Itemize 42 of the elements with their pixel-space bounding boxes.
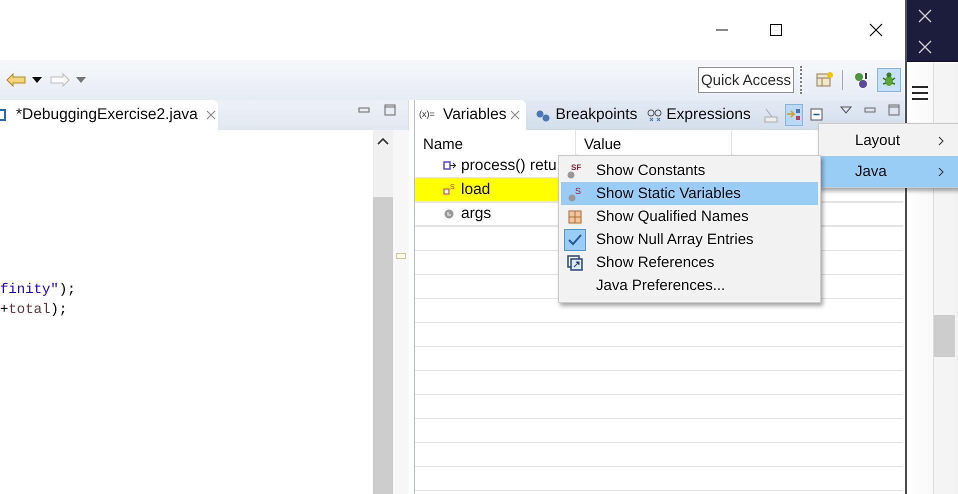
view-tab[interactable]: Breakpoints xyxy=(532,100,644,130)
local-variable-icon xyxy=(443,207,456,220)
menu-item[interactable]: Show References xyxy=(561,251,818,274)
java-debug-icon xyxy=(852,71,870,89)
variables-icon: (x)= xyxy=(419,108,439,122)
chevron-right-icon xyxy=(938,136,945,146)
references-icon xyxy=(566,254,584,272)
menu-item[interactable]: Java xyxy=(819,156,958,187)
close-icon[interactable] xyxy=(869,23,883,37)
collapse-all-icon xyxy=(808,107,825,123)
overview-marker-icon xyxy=(396,253,406,259)
maximize-icon[interactable] xyxy=(769,23,783,37)
back-arrow-icon[interactable] xyxy=(6,73,26,87)
breakpoints-icon xyxy=(536,108,552,122)
submenu-menu[interactable]: SF Show Constants S Show Static Variables Show Qualified Names Show Null Array Entries Show References Java Preferences... xyxy=(558,155,821,303)
layout-icon xyxy=(786,107,802,123)
scrollbar[interactable] xyxy=(373,130,393,494)
menu-item[interactable]: S Show Static Variables xyxy=(561,182,818,205)
scroll-up-icon[interactable] xyxy=(377,137,389,145)
menu-item[interactable]: Layout xyxy=(819,125,958,156)
editor-tab[interactable]: *DebuggingExercise2.java xyxy=(0,100,218,130)
dropdown-caret-icon[interactable] xyxy=(32,77,42,83)
menu-icon[interactable] xyxy=(911,85,929,101)
perspective-button[interactable] xyxy=(877,68,901,92)
table-icon xyxy=(815,71,833,89)
grid-icon xyxy=(566,208,584,226)
expressions-icon xyxy=(647,108,662,122)
view-tab[interactable]: (x)= Variables xyxy=(415,100,526,130)
code-line: finity"); xyxy=(0,281,76,300)
code-line: +total); xyxy=(0,301,68,320)
toolbar-button[interactable] xyxy=(784,104,803,126)
context-menu[interactable]: Layout Java xyxy=(818,123,958,188)
chevron-right-icon xyxy=(938,166,945,176)
type-icon xyxy=(762,107,779,123)
return-arrow-icon xyxy=(443,159,456,172)
view-tab[interactable]: Expressions xyxy=(643,100,757,130)
menu-item[interactable]: Java Preferences... xyxy=(561,274,818,297)
bug-icon xyxy=(880,71,898,89)
menu-item[interactable]: Show Null Array Entries xyxy=(561,228,818,251)
column-header[interactable]: Name xyxy=(415,130,576,158)
view-menu-icon[interactable] xyxy=(840,106,852,114)
quick-access-field[interactable]: Quick Access xyxy=(698,67,794,93)
